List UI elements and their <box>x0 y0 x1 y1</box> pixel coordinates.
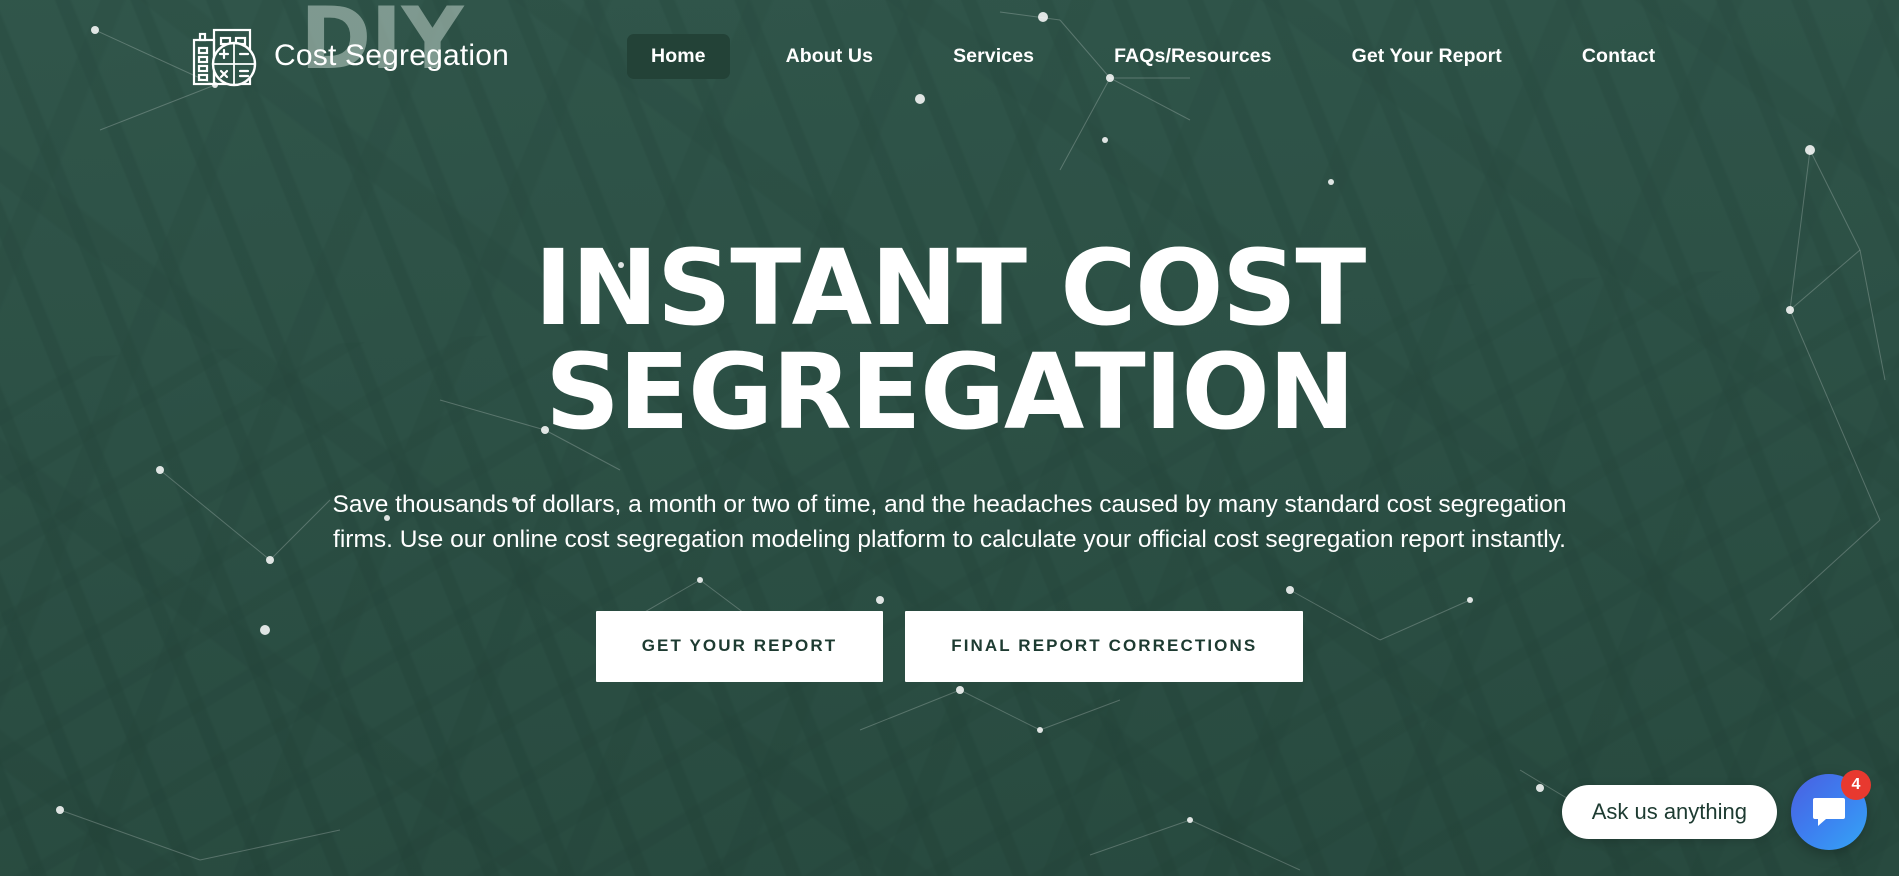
chat-bubble-icon <box>1813 798 1845 826</box>
nav-item-contact[interactable]: Contact <box>1558 34 1679 79</box>
hero-content: INSTANT COST SEGREGATION Save thousands … <box>0 236 1899 682</box>
brand-logo[interactable]: DIY Cost Segregation <box>190 0 509 112</box>
site-header: DIY Cost Segregation Home About Us Servi… <box>0 0 1899 112</box>
building-calculator-icon <box>192 28 257 87</box>
nav-item-services[interactable]: Services <box>929 34 1058 79</box>
get-your-report-button[interactable]: GET YOUR REPORT <box>595 610 884 682</box>
nav-item-home[interactable]: Home <box>627 33 730 79</box>
nav-item-get-your-report[interactable]: Get Your Report <box>1328 34 1526 79</box>
chat-widget: Ask us anything 4 <box>1561 770 1871 850</box>
final-report-corrections-button[interactable]: FINAL REPORT CORRECTIONS <box>905 610 1304 682</box>
nav-item-about-us[interactable]: About Us <box>762 34 897 79</box>
chat-launcher-button[interactable]: 4 <box>1791 770 1871 850</box>
brand-name-text: Cost Segregation <box>274 39 510 72</box>
hero-subtitle: Save thousands of dollars, a month or tw… <box>315 488 1585 558</box>
hero-section: DIY Cost Segregation Home About Us Servi… <box>0 0 1899 876</box>
main-navigation: Home About Us Services FAQs/Resources Ge… <box>627 33 1679 79</box>
chat-unread-badge: 4 <box>1841 770 1871 800</box>
hero-title: INSTANT COST SEGREGATION <box>534 227 1366 453</box>
hero-subtitle-line-2: Use our online cost segregation modeling… <box>399 525 1566 553</box>
hero-cta-row: GET YOUR REPORT FINAL REPORT CORRECTIONS <box>120 610 1779 682</box>
chat-prompt-pill[interactable]: Ask us anything <box>1561 785 1777 839</box>
nav-item-faqs-resources[interactable]: FAQs/Resources <box>1090 34 1295 79</box>
